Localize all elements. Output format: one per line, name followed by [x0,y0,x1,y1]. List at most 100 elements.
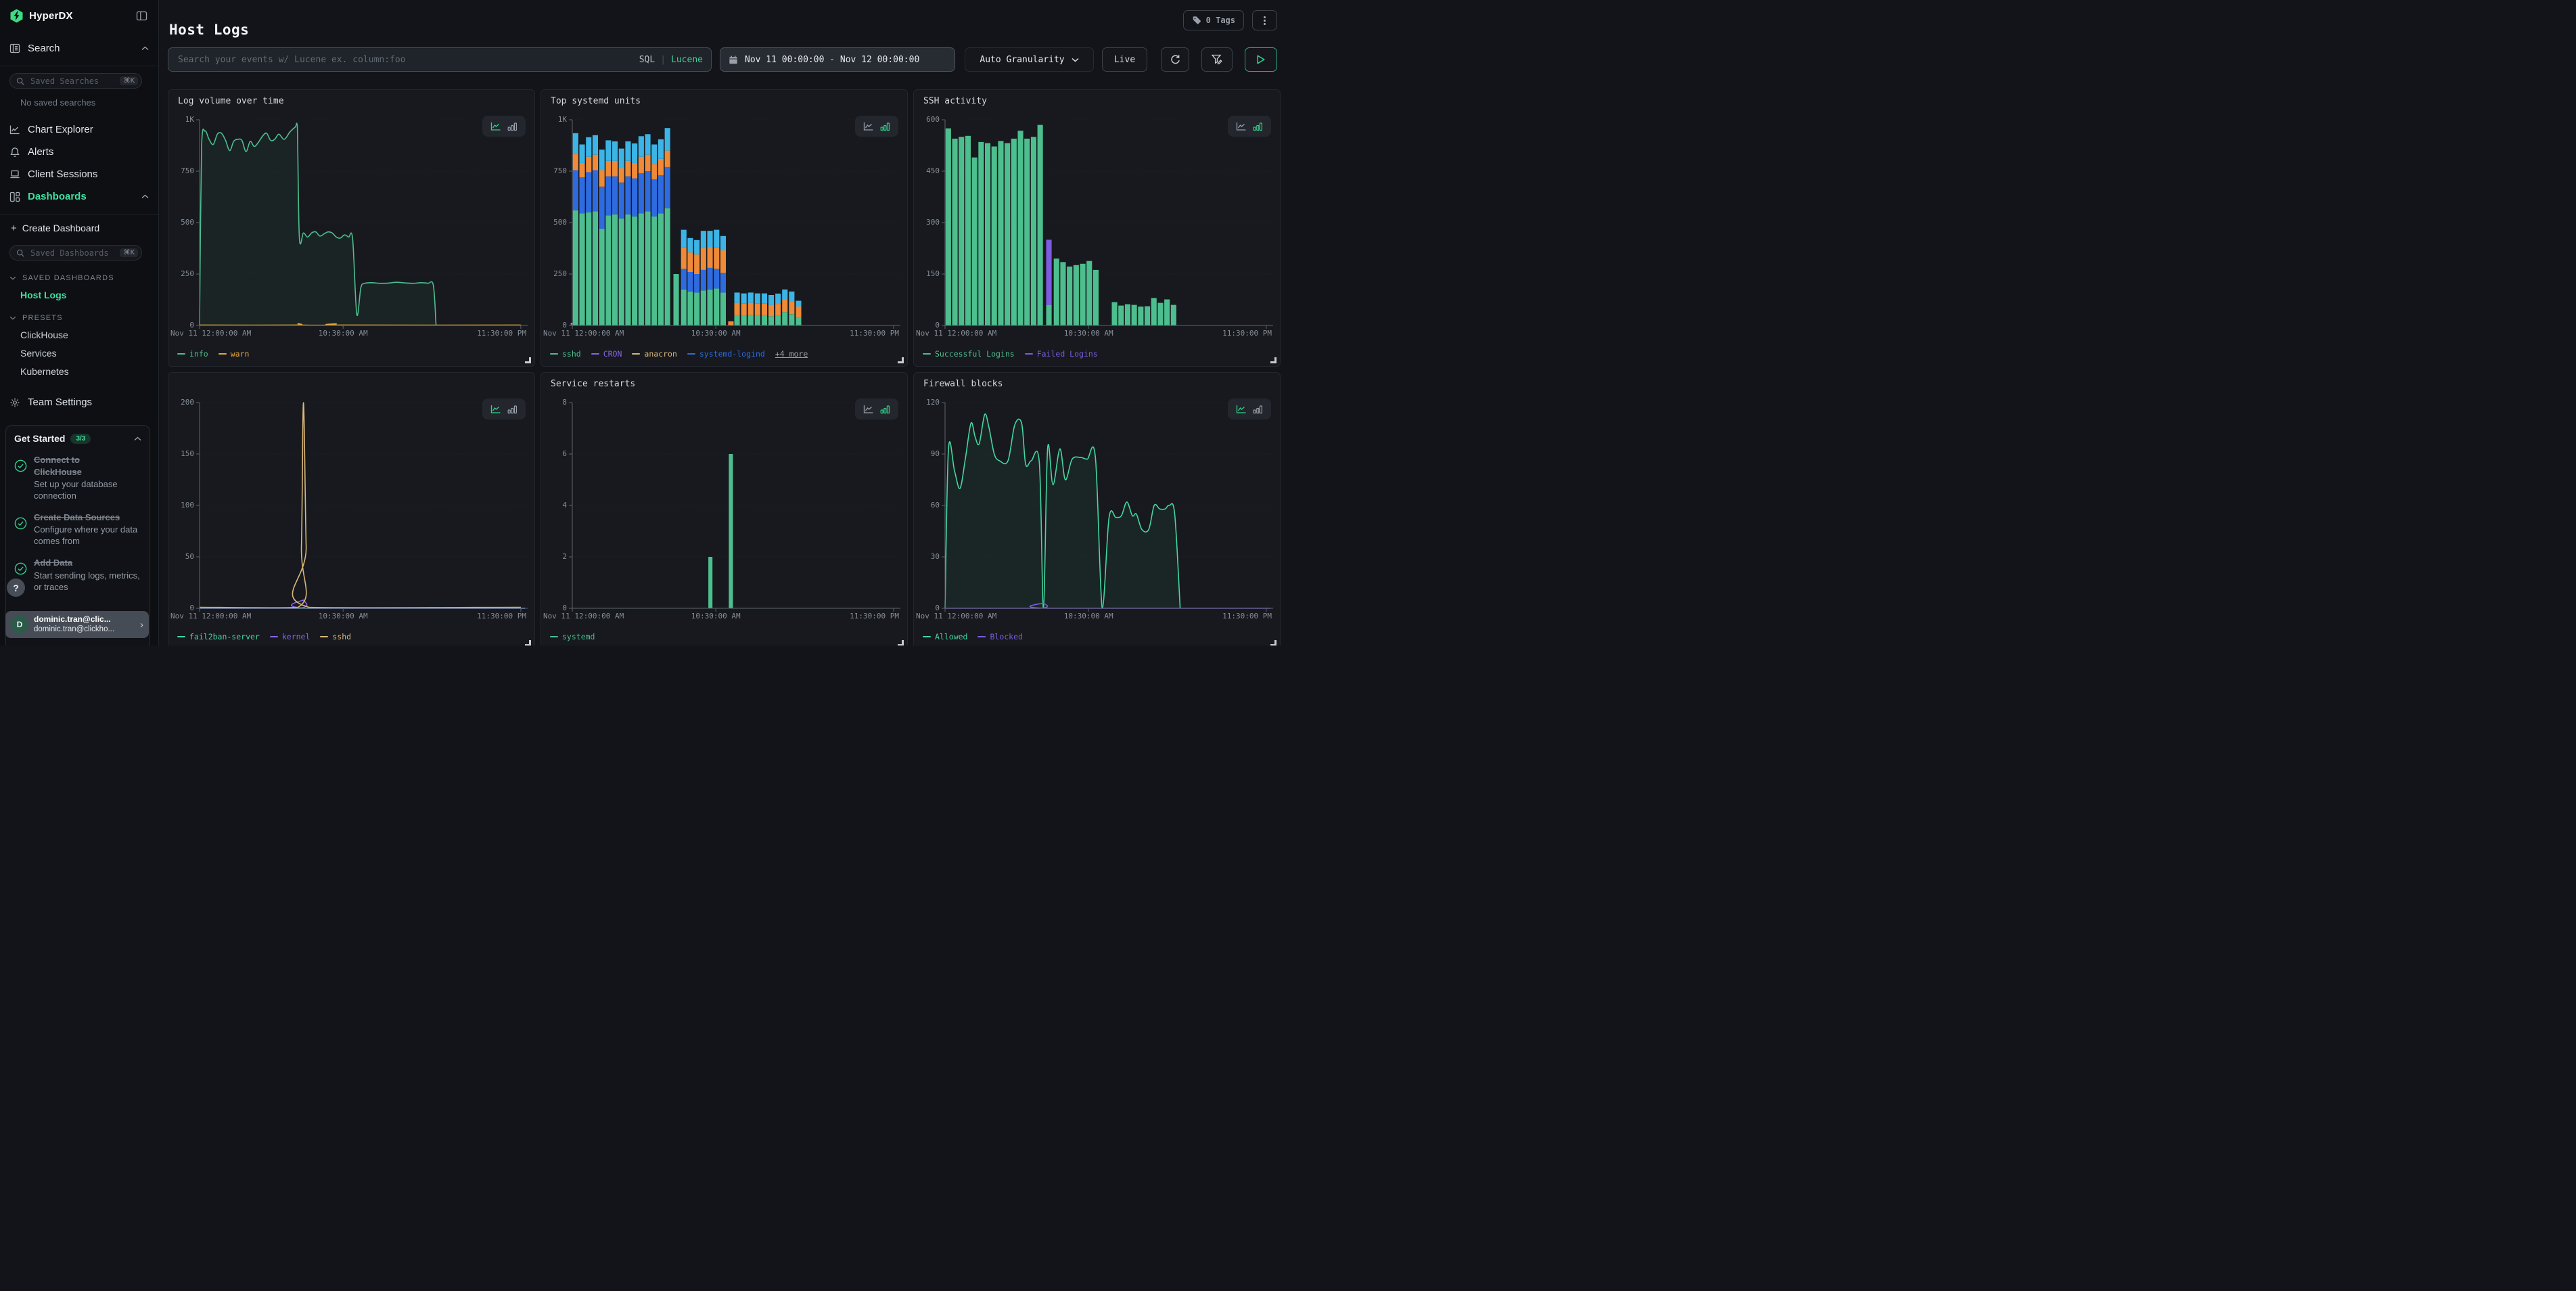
collapse-sidebar-button[interactable] [135,9,149,22]
x-tick-label: Nov 11 12:00:00 AM [170,612,251,620]
event-search-input[interactable] [177,54,632,66]
line-chart-toggle-icon[interactable] [490,405,501,414]
chart-type-toggle [855,116,898,137]
get-started-progress-badge: 3/3 [70,434,91,444]
y-tick-label: 4 [562,501,567,509]
saved-dashboards-input-wrap: ⌘K [9,245,142,261]
line-chart-toggle-icon[interactable] [1236,405,1247,414]
get-started-title: Get Started [14,433,65,444]
main-content: Host Logs 0 Tags SQL | Lucene Nov 11 00:… [159,0,1288,646]
sidebar-item-search[interactable]: Search [0,37,158,60]
x-tick-label: Nov 11 12:00:00 AM [916,329,996,338]
controls-bar: SQL | Lucene Nov 11 00:00:00 - Nov 12 00… [168,47,1277,72]
task-title: Create Data Sources [34,512,141,524]
y-axis-labels: 1K7505002500 [541,120,567,325]
create-dashboard-button[interactable]: + Create Dashboard [0,218,158,238]
group-label-text: PRESETS [22,314,63,322]
legend-item: Blocked [978,632,1022,641]
x-tick-label: Nov 11 12:00:00 AM [170,329,251,338]
sidebar-preset-clickhouse[interactable]: ClickHouse [20,330,158,340]
line-chart-toggle-icon[interactable] [863,405,874,414]
chart-plot[interactable] [200,403,528,608]
bar-chart-toggle-icon[interactable] [507,122,518,131]
resize-handle[interactable] [1270,357,1276,363]
saved-searches-input[interactable] [29,76,115,87]
line-chart-toggle-icon[interactable] [1236,122,1247,131]
sidebar-dashboard-host-logs[interactable]: Host Logs [20,290,158,300]
task-title: Add Data [34,557,141,569]
y-tick-label: 1K [185,115,194,124]
chevron-down-icon [1072,58,1079,62]
bar-chart-toggle-icon[interactable] [880,405,890,414]
chart-plot[interactable] [945,120,1273,325]
x-tick-label: 10:30:00 AM [1064,612,1113,620]
get-started-task[interactable]: Create Data Sources Configure where your… [14,512,141,547]
time-range-picker[interactable]: Nov 11 00:00:00 - Nov 12 00:00:00 [720,47,955,72]
sql-mode-toggle[interactable]: SQL [639,55,655,65]
chart-title: Top systemd units [551,96,641,106]
x-tick-label: 11:30:00 PM [1222,612,1272,620]
sidebar-item-alerts[interactable]: Alerts [0,141,158,163]
sidebar-item-dashboards[interactable]: Dashboards [0,185,158,208]
chart-plot[interactable] [572,403,900,608]
y-axis-labels: 6004503001500 [914,120,940,325]
chevron-up-icon [141,46,149,51]
chart-title: SSH activity [923,96,987,106]
bar-chart-toggle-icon[interactable] [507,405,518,414]
sidebar-preset-kubernetes[interactable]: Kubernetes [20,366,158,377]
presets-group-header[interactable]: PRESETS [9,314,158,322]
help-button[interactable]: ? [7,579,25,597]
user-menu[interactable]: D dominic.tran@clic... dominic.tran@clic… [5,611,149,638]
chart-canvas [941,120,1273,330]
resize-handle[interactable] [525,640,531,646]
x-tick-label: 10:30:00 AM [691,612,741,620]
filter-button[interactable] [1201,47,1233,72]
x-axis-labels: Nov 11 12:00:00 AM10:30:00 AM11:30:00 PM [914,329,1280,339]
chart-title: Firewall blocks [923,379,1003,389]
y-axis-labels: 1K7505002500 [168,120,194,325]
chart-plot[interactable] [200,120,528,325]
sidebar-item-label: Chart Explorer [28,124,149,135]
tags-button[interactable]: 0 Tags [1183,10,1244,30]
line-chart-toggle-icon[interactable] [863,122,874,131]
user-email: dominic.tran@clickho... [34,625,135,634]
sidebar-item-chart-explorer[interactable]: Chart Explorer [0,118,158,141]
granularity-select[interactable]: Auto Granularity [965,47,1094,72]
search-section-icon [9,43,20,53]
y-tick-label: 750 [181,166,194,175]
dashboard-menu-button[interactable] [1252,10,1277,30]
resize-handle[interactable] [898,640,904,646]
run-query-button[interactable] [1245,47,1277,72]
get-started-task[interactable]: Connect to ClickHouse Set up your databa… [14,454,141,502]
resize-handle[interactable] [1270,640,1276,646]
chart-plot[interactable] [945,403,1273,608]
saved-dashboards-group-header[interactable]: SAVED DASHBOARDS [9,274,158,282]
legend-more-link[interactable]: +4 more [775,349,808,359]
live-button[interactable]: Live [1102,47,1147,72]
resize-handle[interactable] [898,357,904,363]
laptop-icon [9,169,20,179]
line-chart-toggle-icon[interactable] [490,122,501,131]
chevron-up-icon[interactable] [134,432,141,445]
refresh-button[interactable] [1161,47,1189,72]
lucene-mode-toggle[interactable]: Lucene [671,55,703,65]
resize-handle[interactable] [525,357,531,363]
legend-item: sshd [320,632,351,641]
y-tick-label: 450 [926,166,940,175]
bar-chart-toggle-icon[interactable] [1253,122,1263,131]
get-started-task[interactable]: Add Data Start sending logs, metrics, or… [14,557,141,593]
chart-plot[interactable] [572,120,900,325]
saved-dashboards-input[interactable] [29,248,115,258]
bar-chart-toggle-icon[interactable] [1253,405,1263,414]
chart-legend: sshdCRONanacronsystemd-logind+4 more [550,349,808,359]
bar-chart-toggle-icon[interactable] [880,122,890,131]
sidebar-item-team-settings[interactable]: Team Settings [0,391,158,413]
sidebar-item-client-sessions[interactable]: Client Sessions [0,163,158,185]
check-circle-icon [14,562,27,579]
play-icon [1256,55,1266,64]
search-icon [16,249,24,257]
panel-collapse-icon [136,11,147,21]
no-saved-searches-text: No saved searches [20,97,158,108]
sidebar-preset-services[interactable]: Services [20,348,158,359]
chevron-up-icon [141,194,149,199]
